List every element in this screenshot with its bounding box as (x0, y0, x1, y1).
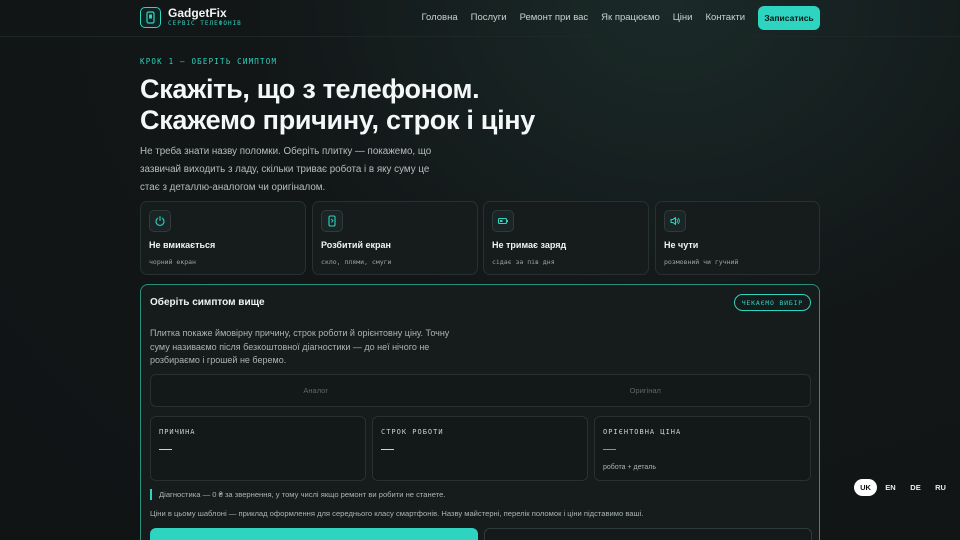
page-title: Скажіть, що з телефоном. Скажемо причину… (140, 74, 535, 136)
part-type-toggle: Аналог Оригінал (150, 374, 811, 407)
tile-title: Не тримає заряд (492, 240, 567, 250)
lead-text: Не треба знати назву поломки. Оберіть пл… (140, 146, 432, 193)
card-label: ПРИЧИНА (159, 428, 196, 436)
lang-de[interactable]: DE (904, 479, 927, 496)
battery-icon (492, 210, 514, 232)
tile-subtitle: скло, плями, смуги (321, 258, 392, 266)
card-value: — (159, 441, 172, 456)
speaker-icon (664, 210, 686, 232)
tile-battery[interactable]: Не тримає заряд сідає за пів дня (483, 201, 649, 275)
nav-prices[interactable]: Ціни (673, 12, 693, 23)
title-line-2: Скажемо причину, строк і ціну (140, 105, 536, 135)
lang-uk[interactable]: UK (854, 479, 877, 496)
brand-subtitle: СЕРВІС ТЕЛЕФОНІВ (168, 20, 242, 27)
book-button[interactable]: Записатись (758, 6, 820, 30)
phone-logo-icon (140, 7, 161, 28)
panel-title: Оберіть симптом вище (150, 297, 265, 308)
card-label: ОРІЄНТОВНА ЦІНА (603, 428, 682, 436)
primary-action-button[interactable] (150, 528, 478, 540)
phone-screen-icon (321, 210, 343, 232)
main-nav: Головна Послуги Ремонт при вас Як працює… (422, 12, 745, 23)
tile-title: Не вмикається (149, 240, 216, 250)
step-label: КРОК 1 — ОБЕРІТЬ СИМПТОМ (140, 57, 278, 66)
nav-services[interactable]: Послуги (471, 12, 507, 23)
power-icon (149, 210, 171, 232)
tile-no-power[interactable]: Не вмикається чорний екран (140, 201, 306, 275)
tile-no-sound[interactable]: Не чути розмовний чи гучний (655, 201, 820, 275)
tile-subtitle: чорний екран (149, 258, 196, 266)
duration-card: СТРОК РОБОТИ — (372, 416, 588, 481)
nav-home[interactable]: Головна (422, 12, 458, 23)
card-label: СТРОК РОБОТИ (381, 428, 444, 436)
tile-title: Не чути (664, 240, 699, 250)
tile-title: Розбитий екран (321, 240, 391, 250)
lang-en[interactable]: EN (879, 479, 902, 496)
nav-repair-while-you-wait[interactable]: Ремонт при вас (520, 12, 589, 23)
price-card: ОРІЄНТОВНА ЦІНА — робота + деталь (594, 416, 811, 481)
secondary-action-button[interactable] (484, 528, 812, 540)
toggle-analog[interactable]: Аналог (151, 375, 481, 406)
diagnostics-note: Діагностика — 0 ₴ за звернення, у тому ч… (150, 489, 445, 500)
card-note: робота + деталь (603, 464, 657, 471)
site-header: GadgetFix СЕРВІС ТЕЛЕФОНІВ Головна Послу… (0, 0, 960, 37)
tile-broken-screen[interactable]: Розбитий екран скло, плями, смуги (312, 201, 478, 275)
card-value: — (381, 441, 394, 456)
card-value: — (603, 441, 616, 456)
cause-card: ПРИЧИНА — (150, 416, 366, 481)
lang-ru[interactable]: RU (929, 479, 952, 496)
tile-subtitle: розмовний чи гучний (664, 258, 739, 266)
tile-subtitle: сідає за пів дня (492, 258, 555, 266)
language-switcher: UK EN DE RU (854, 479, 952, 496)
nav-contacts[interactable]: Контакти (705, 12, 745, 23)
status-badge: ЧЕКАЄМО ВИБІР (733, 294, 811, 311)
toggle-original[interactable]: Оригінал (481, 375, 811, 406)
template-note: Ціни в цьому шаблоні — приклад оформленн… (150, 509, 644, 518)
result-panel: Оберіть симптом вище ЧЕКАЄМО ВИБІР Плитк… (140, 284, 820, 540)
title-line-1: Скажіть, що з телефоном. (140, 74, 480, 104)
nav-how-we-work[interactable]: Як працюємо (601, 12, 660, 23)
brand-name: GadgetFix (168, 6, 227, 20)
panel-description: Плитка покаже ймовірну причину, строк ро… (150, 328, 450, 365)
logo[interactable]: GadgetFix СЕРВІС ТЕЛЕФОНІВ (140, 7, 242, 28)
